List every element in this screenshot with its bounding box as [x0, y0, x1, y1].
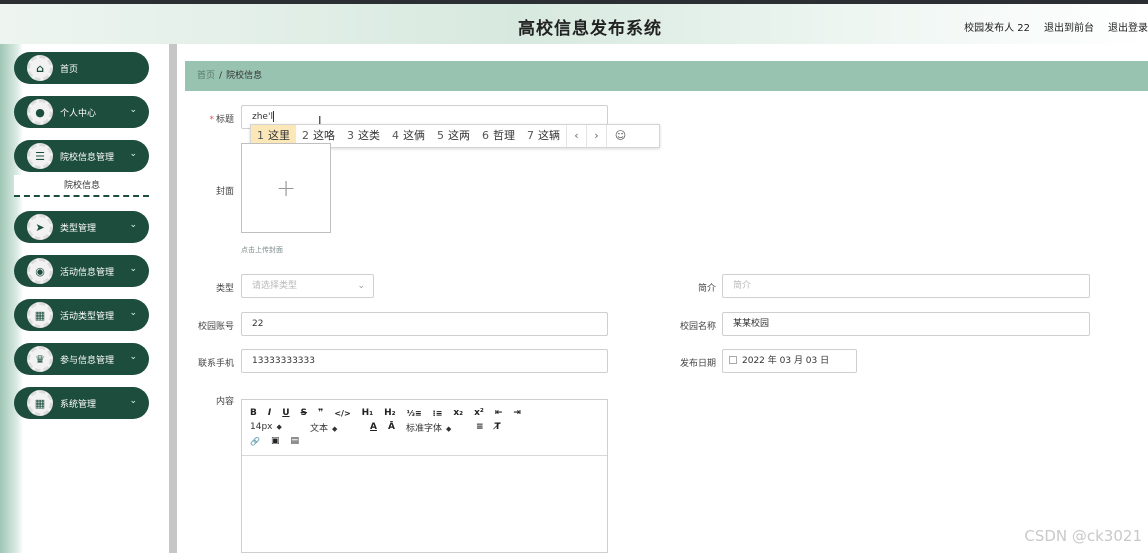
breadcrumb-separator: / — [219, 71, 223, 81]
sidebar-item-system-management[interactable]: ▦ 系统管理 ⌄ — [14, 387, 149, 419]
campus-account-input[interactable]: 22 — [241, 312, 608, 336]
sidebar-subitem-school-info[interactable]: 院校信息 — [14, 175, 149, 197]
italic-button[interactable]: I — [268, 408, 271, 418]
current-user: 校园发布人 22 — [964, 23, 1030, 34]
phone-input[interactable]: 13333333333 — [241, 349, 608, 373]
header-actions: 校园发布人 22 退出到前台 退出登录 — [964, 19, 1148, 34]
title-label: * 标题 — [209, 115, 234, 125]
rich-text-editor[interactable]: B I U S ❞ </> H₁ H₂ ⅓≡ ⁝≡ x₂ x² ⇤ ⇥ 14px… — [241, 399, 608, 553]
campus-name-input[interactable]: 某某校园 — [722, 312, 1090, 336]
publish-date-picker[interactable]: 2022 年 03 月 03 日 — [722, 349, 857, 373]
indent-button[interactable]: ⇥ — [513, 408, 521, 418]
breadcrumb: 首页 / 院校信息 — [185, 61, 1148, 91]
sidebar-item-label: 类型管理 — [60, 224, 97, 234]
superscript-button[interactable]: x² — [474, 408, 484, 418]
font-color-button[interactable]: A — [370, 422, 377, 432]
content-label: 内容 — [215, 397, 234, 407]
block-type-select[interactable]: 文本 ◆ — [310, 421, 370, 434]
cover-label: 封面 — [215, 187, 234, 197]
grid-icon: ▦ — [27, 384, 53, 422]
clear-format-button[interactable]: T̸ — [494, 422, 500, 432]
bullet-list-button[interactable]: ⁝≡ — [433, 409, 443, 418]
chevron-down-icon: ⌄ — [357, 281, 365, 291]
sidebar-item-label: 首页 — [60, 65, 79, 75]
grid-icon: ▦ — [27, 296, 53, 334]
watermark: CSDN @ck3021 — [1024, 527, 1142, 545]
editor-content-area[interactable] — [242, 456, 607, 552]
ime-next-page-icon[interactable]: › — [586, 125, 606, 147]
plus-icon: + — [275, 174, 297, 202]
sidebar-item-home[interactable]: ⌂ 首页 — [14, 52, 149, 84]
home-icon: ⌂ — [27, 49, 53, 87]
intro-input[interactable]: 简介 — [722, 274, 1090, 298]
h1-button[interactable]: H₁ — [362, 408, 373, 418]
align-button[interactable]: ≡ — [476, 422, 484, 432]
emoji-icon[interactable]: ☺ — [606, 125, 634, 147]
font-family-select[interactable]: 标准字体 ◆ — [406, 421, 476, 434]
sidebar-item-school-info-management[interactable]: ☰ 院校信息管理 ⌄ — [14, 140, 149, 172]
chevron-down-icon: ⌄ — [129, 105, 137, 115]
breadcrumb-current: 院校信息 — [226, 71, 263, 81]
editor-toolbar: B I U S ❞ </> H₁ H₂ ⅓≡ ⁝≡ x₂ x² ⇤ ⇥ 14px… — [242, 400, 607, 456]
blockquote-button[interactable]: ❞ — [318, 408, 323, 418]
cover-upload-button[interactable]: + — [241, 143, 331, 233]
outdent-button[interactable]: ⇤ — [495, 408, 503, 418]
chevron-down-icon: ⌄ — [129, 396, 137, 406]
location-icon: ◉ — [27, 252, 53, 290]
h2-button[interactable]: H₂ — [384, 408, 395, 418]
campus-name-label: 校园名称 — [679, 322, 716, 332]
calendar-icon — [729, 356, 737, 364]
campus-account-label: 校园账号 — [197, 322, 234, 332]
breadcrumb-home[interactable]: 首页 — [197, 71, 215, 81]
sidebar-item-label: 院校信息管理 — [60, 153, 115, 163]
user-icon: ● — [27, 93, 53, 131]
chevron-down-icon: ⌄ — [129, 308, 137, 318]
ime-candidate[interactable]: 5 这两 — [431, 125, 476, 147]
sidebar-item-activity-info-management[interactable]: ◉ 活动信息管理 ⌄ — [14, 255, 149, 287]
sidebar-item-label: 参与信息管理 — [60, 356, 115, 366]
subscript-button[interactable]: x₂ — [453, 408, 463, 418]
send-icon: ➤ — [27, 208, 53, 246]
back-to-front-link[interactable]: 退出到前台 — [1044, 19, 1094, 34]
ime-prev-page-icon[interactable]: ‹ — [566, 125, 586, 147]
ime-candidate[interactable]: 7 这辆 — [521, 125, 566, 147]
sidebar-item-label: 活动类型管理 — [60, 312, 115, 322]
ime-candidate[interactable]: 3 这类 — [341, 125, 386, 147]
sidebar-item-personal-center[interactable]: ● 个人中心 ⌄ — [14, 96, 149, 128]
app-header: 高校信息发布系统 校园发布人 22 退出到前台 退出登录 — [0, 4, 1148, 44]
ime-candidate[interactable]: 6 哲理 — [476, 125, 521, 147]
background-color-button[interactable]: Ā — [388, 422, 395, 432]
sliders-icon: ☰ — [27, 137, 53, 175]
phone-label: 联系手机 — [197, 359, 234, 369]
sidebar-item-participation-management[interactable]: ♛ 参与信息管理 ⌄ — [14, 343, 149, 375]
strike-button[interactable]: S — [301, 408, 307, 418]
chevron-down-icon: ⌄ — [129, 352, 137, 362]
bold-button[interactable]: B — [250, 408, 257, 418]
sidebar-item-type-management[interactable]: ➤ 类型管理 ⌄ — [14, 211, 149, 243]
ordered-list-button[interactable]: ⅓≡ — [407, 409, 422, 418]
chevron-down-icon: ⌄ — [129, 220, 137, 230]
type-select[interactable]: 请选择类型 ⌄ — [241, 274, 374, 298]
code-block-button[interactable]: </> — [334, 409, 350, 418]
underline-button[interactable]: U — [282, 408, 289, 418]
chevron-down-icon: ⌄ — [129, 264, 137, 274]
chevron-down-icon: ⌄ — [129, 149, 137, 159]
link-button[interactable]: 🔗 — [250, 437, 260, 446]
sidebar-item-label: 活动信息管理 — [60, 268, 115, 278]
publish-date-label: 发布日期 — [679, 359, 716, 369]
font-size-select[interactable]: 14px ◆ — [250, 422, 310, 432]
type-label: 类型 — [215, 284, 234, 294]
intro-label: 简介 — [697, 284, 716, 294]
upload-tip: 点击上传封面 — [241, 246, 283, 254]
sidebar-item-label: 系统管理 — [60, 400, 97, 410]
sidebar-item-label: 个人中心 — [60, 109, 97, 119]
video-button[interactable]: ▤ — [290, 436, 299, 446]
logout-link[interactable]: 退出登录 — [1108, 19, 1148, 34]
trophy-icon: ♛ — [27, 340, 53, 378]
ime-candidate[interactable]: 4 这俩 — [386, 125, 431, 147]
sidebar-divider — [169, 44, 177, 553]
image-button[interactable]: ▣ — [271, 436, 280, 446]
sidebar-item-activity-type-management[interactable]: ▦ 活动类型管理 ⌄ — [14, 299, 149, 331]
